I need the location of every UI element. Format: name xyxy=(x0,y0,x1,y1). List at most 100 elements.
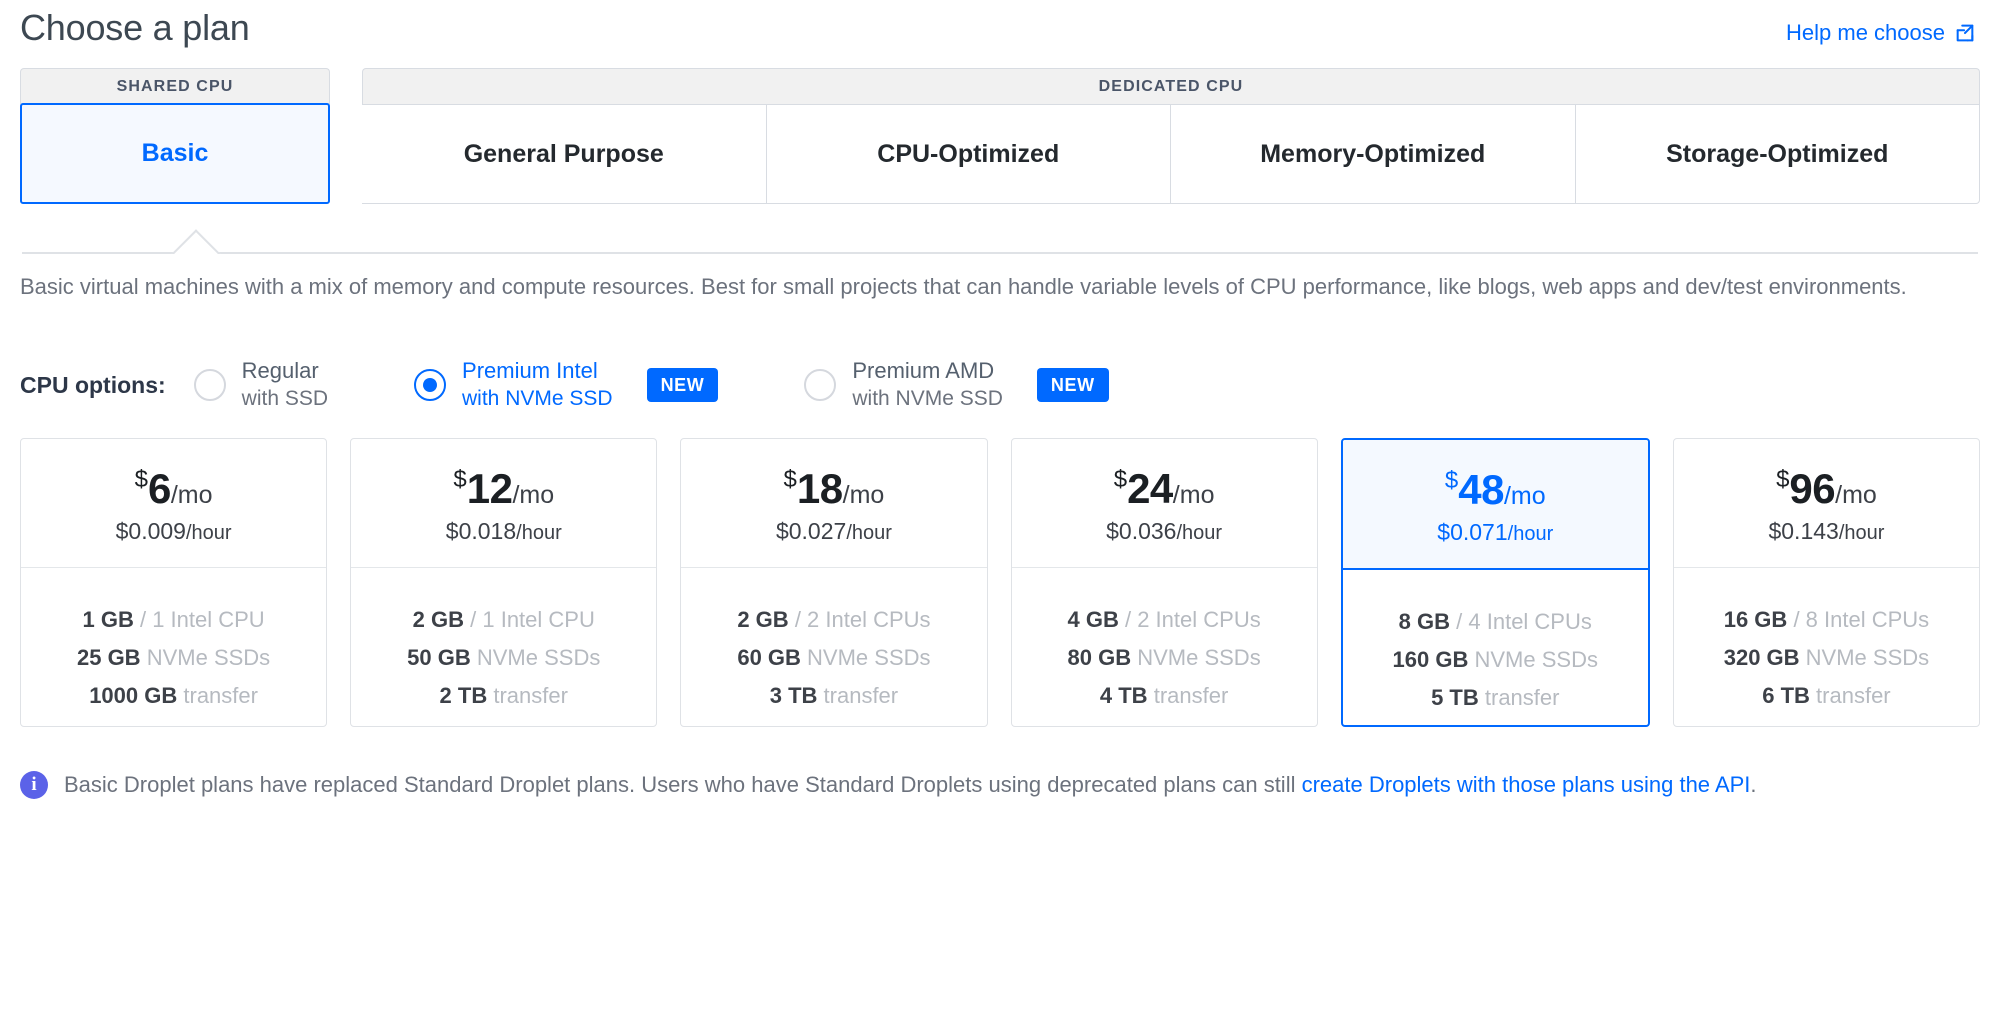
plan-card[interactable]: $24/mo $0.036/hour 4 GB / 2 Intel CPUs 8… xyxy=(1010,438,1318,727)
spec-disk-value: 25 GB xyxy=(76,645,141,670)
monthly-amount: 48 xyxy=(1458,466,1504,513)
currency-symbol: $ xyxy=(783,466,797,493)
monthly-unit: /mo xyxy=(512,481,555,509)
plan-category-tabs: SHARED CPU DEDICATED CPU Basic General P… xyxy=(20,68,1980,204)
currency-symbol: $ xyxy=(134,466,148,493)
spec-cpu-label: / 8 Intel CPUs xyxy=(1793,607,1930,632)
tabs-row: Basic General Purpose CPU-Optimized Memo… xyxy=(20,103,1980,204)
create-droplets-api-link[interactable]: create Droplets with those plans using t… xyxy=(1302,772,1751,797)
tab-memory-optimized[interactable]: Memory-Optimized xyxy=(1171,104,1576,204)
spec-disk: 320 GB NVMe SSDs xyxy=(1674,639,1979,677)
plan-cards: $6/mo $0.009/hour 1 GB / 1 Intel CPU 25 … xyxy=(20,438,1981,727)
spec-transfer-value: 3 TB xyxy=(769,683,818,708)
spec-memory-cpu: 16 GB / 8 Intel CPUs xyxy=(1674,601,1979,639)
hourly-amount: $0.071 xyxy=(1437,519,1508,545)
help-me-choose-link[interactable]: Help me choose xyxy=(1786,20,1980,46)
spec-memory-value: 2 GB xyxy=(737,607,789,632)
cpu-option-premium-intel[interactable]: Premium Intel with NVMe SSD NEW xyxy=(414,357,719,413)
plan-price-header: $48/mo $0.071/hour xyxy=(1342,440,1648,570)
plan-specs: 8 GB / 4 Intel CPUs 160 GB NVMe SSDs 5 T… xyxy=(1343,570,1648,725)
cpu-option-premium-intel-subtitle: with NVMe SSD xyxy=(462,387,613,410)
spec-disk-label: NVMe SSDs xyxy=(1474,647,1598,672)
spec-transfer: 6 TB transfer xyxy=(1674,677,1979,715)
spec-disk-value: 50 GB xyxy=(407,645,471,670)
cpu-option-regular[interactable]: Regular with SSD xyxy=(193,357,328,413)
spec-memory-value: 4 GB xyxy=(1067,607,1119,632)
monthly-amount: 18 xyxy=(796,465,843,512)
spec-disk-label: NVMe SSDs xyxy=(476,645,601,670)
spec-memory-value: 2 GB xyxy=(412,607,465,632)
deprecation-notice: i Basic Droplet plans have replaced Stan… xyxy=(20,765,1980,804)
spec-cpu-label: / 1 Intel CPU xyxy=(139,607,265,632)
plan-card[interactable]: $12/mo $0.018/hour 2 GB / 1 Intel CPU 50… xyxy=(350,438,658,727)
plan-card[interactable]: $18/mo $0.027/hour 2 GB / 2 Intel CPUs 6… xyxy=(680,438,988,727)
tab-cpu-optimized[interactable]: CPU-Optimized xyxy=(766,104,1171,204)
spec-transfer: 2 TB transfer xyxy=(351,677,656,715)
plan-hourly-price: $0.071/hour xyxy=(1343,519,1648,546)
spec-disk-label: NVMe SSDs xyxy=(146,645,271,670)
hourly-amount: $0.009 xyxy=(115,518,186,544)
plan-monthly-price: $96/mo xyxy=(1674,465,1979,513)
plan-specs: 2 GB / 2 Intel CPUs 60 GB NVMe SSDs 3 TB… xyxy=(681,568,986,726)
plan-specs: 16 GB / 8 Intel CPUs 320 GB NVMe SSDs 6 … xyxy=(1674,568,1979,726)
hourly-unit: /hour xyxy=(1838,522,1885,544)
cpu-options-row: CPU options: Regular with SSD Premium In… xyxy=(20,350,1980,420)
hourly-amount: $0.027 xyxy=(775,518,847,544)
spec-cpu-label: / 4 Intel CPUs xyxy=(1456,609,1592,634)
plan-card[interactable]: $6/mo $0.009/hour 1 GB / 1 Intel CPU 25 … xyxy=(20,438,328,727)
spec-transfer-label: transfer xyxy=(1816,683,1891,708)
hourly-amount: $0.036 xyxy=(1106,518,1177,544)
plan-card-selected[interactable]: $48/mo $0.071/hour 8 GB / 4 Intel CPUs 1… xyxy=(1340,438,1650,727)
spec-disk-value: 60 GB xyxy=(737,645,801,670)
plan-hourly-price: $0.036/hour xyxy=(1012,518,1317,545)
spec-disk-label: NVMe SSDs xyxy=(1137,645,1261,670)
radio-premium-amd[interactable] xyxy=(804,369,837,401)
spec-memory-cpu: 2 GB / 1 Intel CPU xyxy=(351,601,656,639)
spec-memory-cpu: 4 GB / 2 Intel CPUs xyxy=(1012,601,1317,639)
hourly-unit: /hour xyxy=(846,522,892,544)
cpu-options-label: CPU options: xyxy=(20,371,166,398)
tab-general-purpose[interactable]: General Purpose xyxy=(362,104,767,204)
spec-transfer: 4 TB transfer xyxy=(1012,677,1317,715)
spec-transfer: 1000 GB transfer xyxy=(21,677,326,715)
cpu-option-premium-amd-title: Premium AMD xyxy=(852,358,995,383)
plan-price-header: $18/mo $0.027/hour xyxy=(681,439,987,568)
page-header: Choose a plan Help me choose xyxy=(20,0,1980,66)
currency-symbol: $ xyxy=(1776,466,1790,493)
spec-disk-label: NVMe SSDs xyxy=(807,645,931,670)
tab-basic[interactable]: Basic xyxy=(20,103,330,204)
plan-price-header: $12/mo $0.018/hour xyxy=(351,439,657,568)
monthly-amount: 24 xyxy=(1127,465,1173,512)
plan-monthly-price: $12/mo xyxy=(351,465,656,513)
info-icon: i xyxy=(20,771,48,799)
spec-disk: 25 GB NVMe SSDs xyxy=(21,639,326,677)
spec-transfer-value: 6 TB xyxy=(1762,683,1810,708)
plan-price-header: $6/mo $0.009/hour xyxy=(21,439,327,568)
plan-specs: 4 GB / 2 Intel CPUs 80 GB NVMe SSDs 4 TB… xyxy=(1012,568,1317,726)
plan-monthly-price: $24/mo xyxy=(1012,465,1317,513)
monthly-amount: 6 xyxy=(147,465,171,512)
tab-indicator-rule xyxy=(20,212,1980,272)
spec-transfer-value: 2 TB xyxy=(439,683,488,708)
selected-tab-caret-icon xyxy=(166,226,224,254)
spec-disk: 50 GB NVMe SSDs xyxy=(351,639,656,677)
horizontal-rule xyxy=(22,252,1978,254)
radio-regular[interactable] xyxy=(193,369,226,401)
plan-monthly-price: $6/mo xyxy=(21,465,326,513)
hourly-unit: /hour xyxy=(1507,523,1554,545)
plan-monthly-price: $48/mo xyxy=(1343,466,1648,514)
notice-text-before: Basic Droplet plans have replaced Standa… xyxy=(64,772,1302,797)
cpu-option-premium-amd[interactable]: Premium AMD with NVMe SSD NEW xyxy=(804,357,1109,413)
spec-memory-value: 1 GB xyxy=(82,607,134,632)
currency-symbol: $ xyxy=(453,466,467,493)
spec-memory-cpu: 1 GB / 1 Intel CPU xyxy=(21,601,326,639)
notice-text: Basic Droplet plans have replaced Standa… xyxy=(64,765,1757,804)
spec-memory-cpu: 2 GB / 2 Intel CPUs xyxy=(681,601,986,639)
shared-cpu-caption: SHARED CPU xyxy=(20,68,330,104)
hourly-amount: $0.018 xyxy=(445,518,517,544)
plan-card[interactable]: $96/mo $0.143/hour 16 GB / 8 Intel CPUs … xyxy=(1672,438,1981,727)
tab-storage-optimized[interactable]: Storage-Optimized xyxy=(1575,104,1980,204)
monthly-unit: /mo xyxy=(1503,482,1546,510)
monthly-amount: 96 xyxy=(1789,465,1836,512)
radio-premium-intel[interactable] xyxy=(414,369,447,401)
